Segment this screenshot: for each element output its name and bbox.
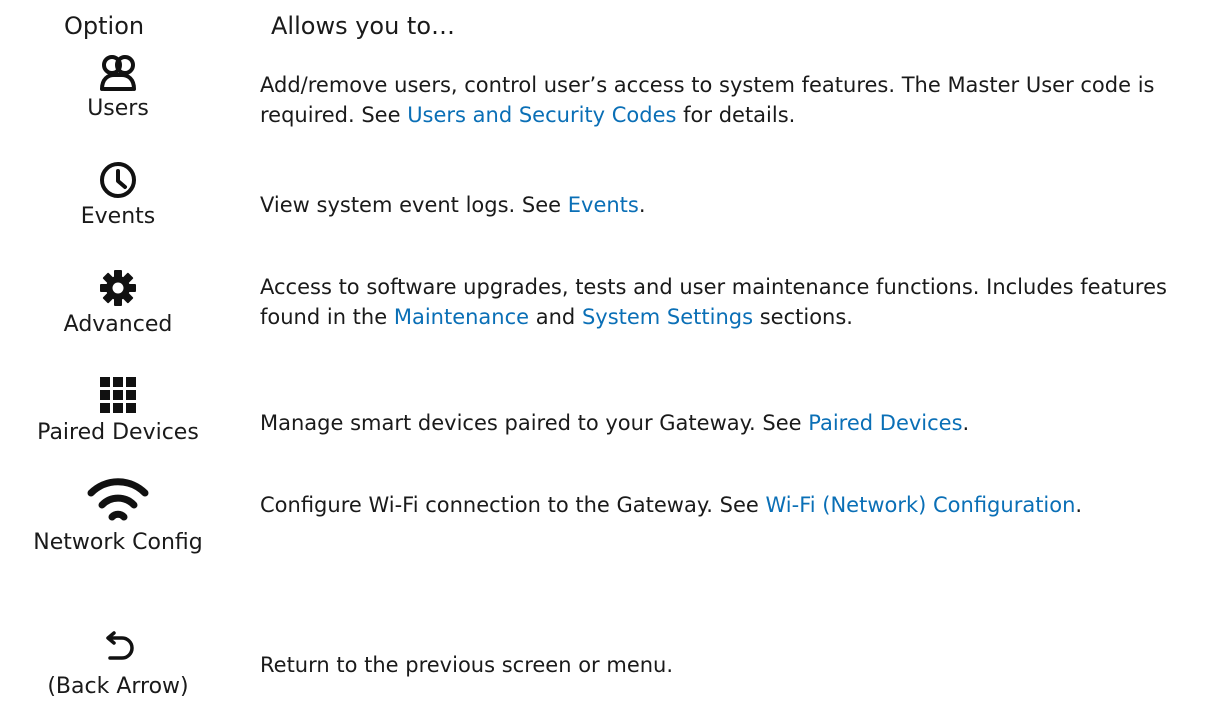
option-column-header: Option: [64, 12, 145, 40]
description-text: Configure Wi-Fi connection to the Gatewa…: [260, 493, 766, 517]
users-icon: [0, 52, 236, 92]
users-and-security-codes-link[interactable]: Users and Security Codes: [407, 103, 676, 127]
wifi-network-configuration-link[interactable]: Wi-Fi (Network) Configuration: [765, 493, 1075, 517]
description-text: Manage smart devices paired to your Gate…: [260, 411, 809, 435]
options-table: Option Allows you to… Users Add/remove u…: [0, 0, 1228, 708]
paired-devices-link[interactable]: Paired Devices: [808, 411, 962, 435]
option-description: View system event logs. See Events.: [260, 190, 1210, 220]
option-label: Advanced: [63, 312, 173, 337]
gear-icon: [0, 268, 236, 308]
back-arrow-icon: [0, 630, 236, 670]
maintenance-link[interactable]: Maintenance: [394, 305, 529, 329]
option-label: Paired Devices: [37, 420, 199, 445]
description-text: .: [638, 193, 646, 217]
grid-icon: [0, 376, 236, 416]
description-text: and: [529, 305, 582, 329]
option-network-config[interactable]: Network Config: [0, 474, 236, 558]
option-description: Configure Wi-Fi connection to the Gatewa…: [260, 490, 1210, 520]
description-text: for details.: [676, 103, 796, 127]
description-text: View system event logs. See: [260, 193, 568, 217]
option-label: Events: [80, 204, 156, 229]
option-description: Add/remove users, control user’s access …: [260, 70, 1210, 130]
description-text: Return to the previous screen or menu.: [260, 653, 674, 677]
option-description: Access to software upgrades, tests and u…: [260, 272, 1210, 332]
option-back-arrow[interactable]: (Back Arrow): [0, 630, 236, 702]
option-description: Return to the previous screen or menu.: [260, 650, 1210, 680]
option-label: Users: [87, 96, 149, 121]
system-settings-link[interactable]: System Settings: [582, 305, 753, 329]
option-label: (Back Arrow): [47, 674, 189, 699]
clock-icon: [0, 160, 236, 200]
table-header: Option Allows you to…: [0, 8, 1228, 48]
wifi-icon: [0, 474, 236, 526]
allows-column-header: Allows you to…: [271, 12, 456, 40]
description-text: sections.: [753, 305, 853, 329]
option-label: Network Config: [33, 530, 203, 555]
events-link[interactable]: Events: [568, 193, 639, 217]
option-events[interactable]: Events: [0, 160, 236, 232]
option-paired-devices[interactable]: Paired Devices: [0, 376, 236, 448]
description-text: .: [962, 411, 970, 435]
description-text: .: [1075, 493, 1083, 517]
option-users[interactable]: Users: [0, 52, 236, 124]
option-description: Manage smart devices paired to your Gate…: [260, 408, 1210, 438]
option-advanced[interactable]: Advanced: [0, 268, 236, 340]
